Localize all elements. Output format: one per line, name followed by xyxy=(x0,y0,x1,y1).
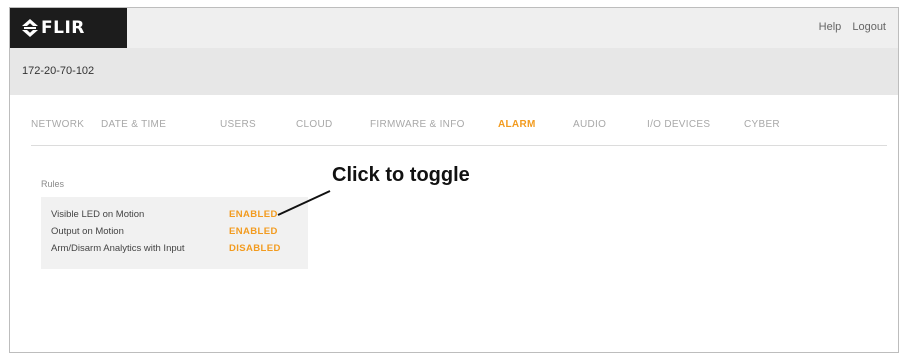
annotation-pointer-line xyxy=(277,190,331,216)
tab-firmware-info[interactable]: FIRMWARE & INFO xyxy=(370,119,465,130)
app-window: FLIR Help Logout 172-20-70-102 NETWORK D… xyxy=(9,7,899,353)
tab-audio[interactable]: AUDIO xyxy=(573,119,606,130)
tab-date-time[interactable]: DATE & TIME xyxy=(101,119,166,130)
tab-users[interactable]: USERS xyxy=(220,119,256,130)
flir-diamond-icon xyxy=(22,19,38,37)
rule-name: Arm/Disarm Analytics with Input xyxy=(51,243,185,254)
flir-logo[interactable]: FLIR xyxy=(10,8,127,48)
rules-panel: Visible LED on Motion ENABLED Output on … xyxy=(41,197,308,269)
device-bar: 172-20-70-102 xyxy=(10,48,898,95)
brand-name: FLIR xyxy=(41,18,85,38)
top-bar: FLIR Help Logout xyxy=(10,8,898,48)
rule-row: Visible LED on Motion ENABLED xyxy=(51,209,306,223)
rule-name: Output on Motion xyxy=(51,226,124,237)
tab-alarm[interactable]: ALARM xyxy=(498,119,536,130)
help-link[interactable]: Help xyxy=(819,21,842,33)
device-name: 172-20-70-102 xyxy=(22,65,95,77)
rule-status-toggle[interactable]: DISABLED xyxy=(229,243,281,254)
rule-row: Output on Motion ENABLED xyxy=(51,226,306,240)
tab-io-devices[interactable]: I/O DEVICES xyxy=(647,119,710,130)
header-links: Help Logout xyxy=(811,21,886,33)
rule-status-toggle[interactable]: ENABLED xyxy=(229,226,278,237)
rule-status-toggle[interactable]: ENABLED xyxy=(229,209,278,220)
rules-heading: Rules xyxy=(41,179,65,189)
nav-divider xyxy=(31,145,887,146)
rule-name: Visible LED on Motion xyxy=(51,209,145,220)
annotation-callout: Click to toggle xyxy=(332,164,470,186)
settings-nav: NETWORK DATE & TIME USERS CLOUD FIRMWARE… xyxy=(10,119,898,139)
tab-cyber[interactable]: CYBER xyxy=(744,119,780,130)
tab-network[interactable]: NETWORK xyxy=(31,119,84,130)
logout-link[interactable]: Logout xyxy=(852,21,886,33)
rule-row: Arm/Disarm Analytics with Input DISABLED xyxy=(51,243,306,257)
tab-cloud[interactable]: CLOUD xyxy=(296,119,333,130)
